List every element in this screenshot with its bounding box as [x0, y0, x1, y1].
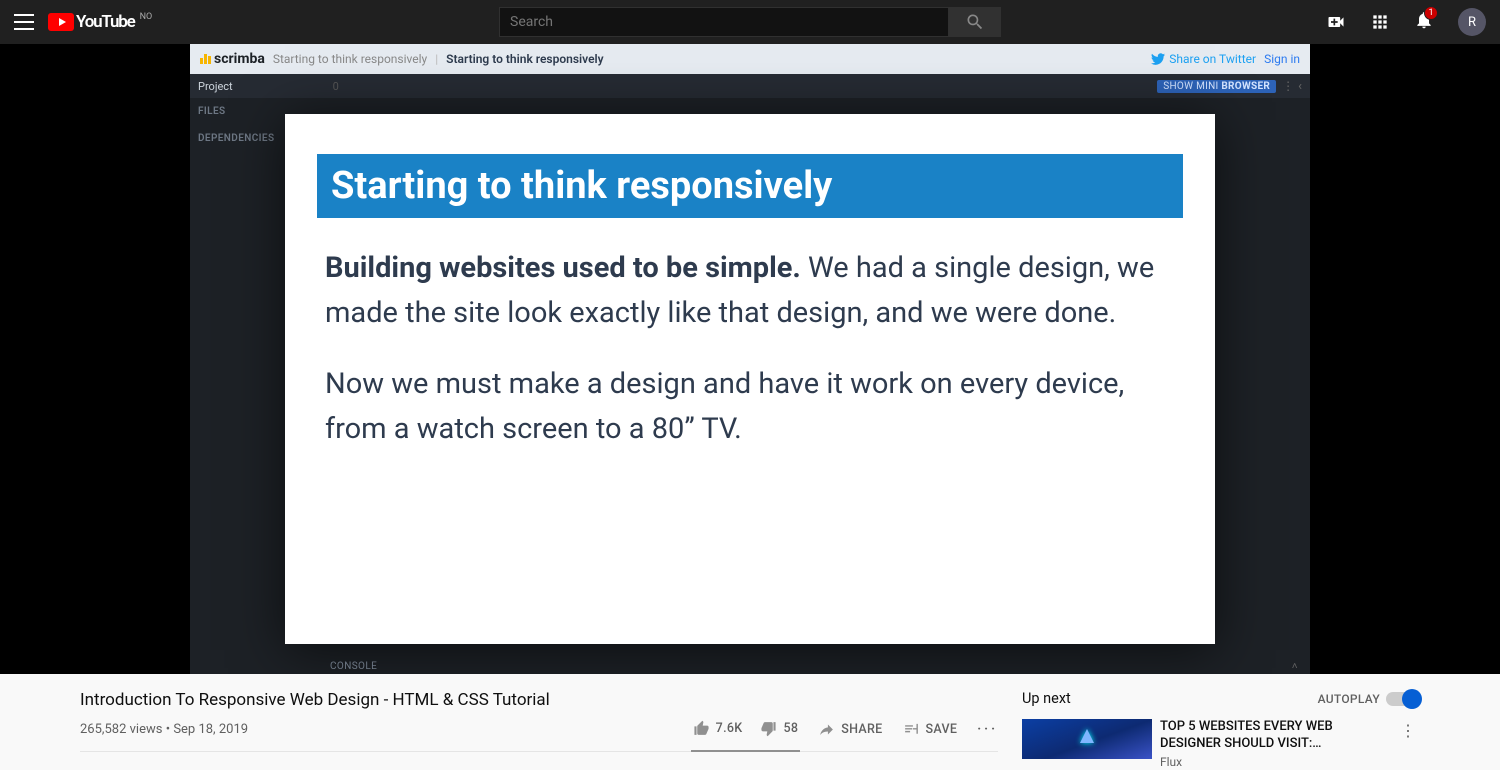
- search-button[interactable]: [949, 7, 1001, 37]
- thumbs-down-icon: [760, 720, 777, 737]
- share-icon: [818, 721, 835, 738]
- hamburger-icon[interactable]: [14, 14, 34, 30]
- up-next-header: Up next AUTOPLAY: [1022, 690, 1420, 707]
- apps-icon[interactable]: [1370, 12, 1390, 32]
- video-theater: scrimba Starting to think responsively |…: [0, 44, 1500, 674]
- view-count: 265,582 views: [80, 722, 162, 737]
- below-video: Introduction To Responsive Web Design - …: [0, 674, 1500, 770]
- presentation-slide: Starting to think responsively Building …: [285, 114, 1215, 644]
- dislike-button[interactable]: 58: [760, 720, 798, 737]
- console-label[interactable]: CONSOLE: [330, 661, 377, 672]
- scrimba-toolrow: Project 0 SHOW MINI BROWSER ⋮ ‹: [190, 74, 1310, 98]
- like-count: 7.6K: [716, 721, 743, 736]
- project-count: 0: [333, 80, 339, 93]
- scrimba-logo-icon: [200, 54, 211, 64]
- scrimba-signin[interactable]: Sign in: [1264, 52, 1300, 66]
- recommended-thumb: ▲: [1022, 719, 1152, 759]
- search-input[interactable]: [499, 7, 949, 37]
- up-next-label: Up next: [1022, 690, 1071, 707]
- breadcrumb-course[interactable]: Starting to think responsively: [273, 52, 427, 66]
- search-icon: [965, 12, 985, 32]
- scrimba-logo[interactable]: scrimba: [200, 51, 265, 67]
- share-twitter-label: Share on Twitter: [1169, 52, 1256, 66]
- video-actions: 7.6K 58 SHARE SAVE ···: [693, 720, 998, 739]
- video-title: Introduction To Responsive Web Design - …: [80, 690, 998, 710]
- notifications-button[interactable]: 1: [1414, 10, 1434, 34]
- more-vert-icon[interactable]: ⋮: [1282, 79, 1294, 93]
- autoplay-label: AUTOPLAY: [1318, 692, 1380, 706]
- slide-p2: Now we must make a design and have it wo…: [325, 362, 1175, 452]
- expand-up-icon[interactable]: ˄: [1292, 661, 1298, 672]
- save-icon: [903, 721, 920, 738]
- video-meta-row: 265,582 views • Sep 18, 2019 7.6K 58: [80, 720, 998, 752]
- sidebar-recommendations: Up next AUTOPLAY ▲ TOP 5 WEBSITES EVERY …: [1022, 690, 1420, 770]
- breadcrumb-current: Starting to think responsively: [446, 52, 603, 66]
- thumbs-up-icon: [693, 720, 710, 737]
- save-button[interactable]: SAVE: [903, 721, 958, 738]
- youtube-wordmark: YouTube: [76, 12, 135, 32]
- youtube-logo[interactable]: YouTube NO: [48, 12, 152, 32]
- scrimba-wordmark: scrimba: [214, 51, 265, 67]
- recommended-more-icon[interactable]: ⋮: [1396, 719, 1420, 770]
- console-bar: CONSOLE ˄: [330, 661, 1298, 672]
- slide-title-bar: Starting to think responsively: [317, 154, 1183, 218]
- project-label[interactable]: Project: [198, 80, 233, 93]
- recommended-channel: Flux: [1160, 755, 1388, 770]
- recommended-video[interactable]: ▲ TOP 5 WEBSITES EVERY WEB DESIGNER SHOU…: [1022, 719, 1420, 770]
- slide-p1-bold: Building websites used to be simple.: [325, 251, 801, 285]
- breadcrumb-sep: |: [435, 52, 438, 66]
- create-icon[interactable]: [1326, 12, 1346, 32]
- youtube-play-icon: [48, 13, 74, 31]
- dislike-count: 58: [783, 721, 798, 736]
- share-label: SHARE: [841, 722, 882, 737]
- slide-body: Building websites used to be simple. We …: [285, 246, 1215, 452]
- slide-title: Starting to think responsively: [331, 164, 1169, 208]
- recommended-title: TOP 5 WEBSITES EVERY WEB DESIGNER SHOULD…: [1160, 719, 1388, 753]
- video-info: Introduction To Responsive Web Design - …: [80, 690, 1022, 770]
- scrimba-frame: scrimba Starting to think responsively |…: [190, 44, 1310, 674]
- show-mini-browser-button[interactable]: SHOW MINI BROWSER: [1157, 80, 1276, 93]
- thumb-graphic: ▲: [1075, 721, 1099, 750]
- twitter-icon: [1151, 52, 1165, 66]
- avatar[interactable]: R: [1458, 8, 1486, 36]
- scrimba-topbar: scrimba Starting to think responsively |…: [190, 44, 1310, 74]
- youtube-topbar: YouTube NO 1 R: [0, 0, 1500, 44]
- like-dislike-group: 7.6K 58: [693, 720, 799, 739]
- collapse-icon[interactable]: ‹: [1298, 79, 1302, 94]
- share-twitter-button[interactable]: Share on Twitter: [1151, 52, 1256, 66]
- share-button[interactable]: SHARE: [818, 721, 882, 738]
- notification-badge: 1: [1424, 6, 1438, 20]
- like-button[interactable]: 7.6K: [693, 720, 743, 737]
- country-code: NO: [140, 12, 153, 22]
- video-stats: 265,582 views • Sep 18, 2019: [80, 722, 248, 737]
- search-container: [499, 7, 1001, 37]
- save-label: SAVE: [926, 722, 958, 737]
- autoplay-toggle[interactable]: [1386, 692, 1420, 706]
- publish-date: Sep 18, 2019: [173, 722, 248, 737]
- more-actions-button[interactable]: ···: [977, 722, 998, 737]
